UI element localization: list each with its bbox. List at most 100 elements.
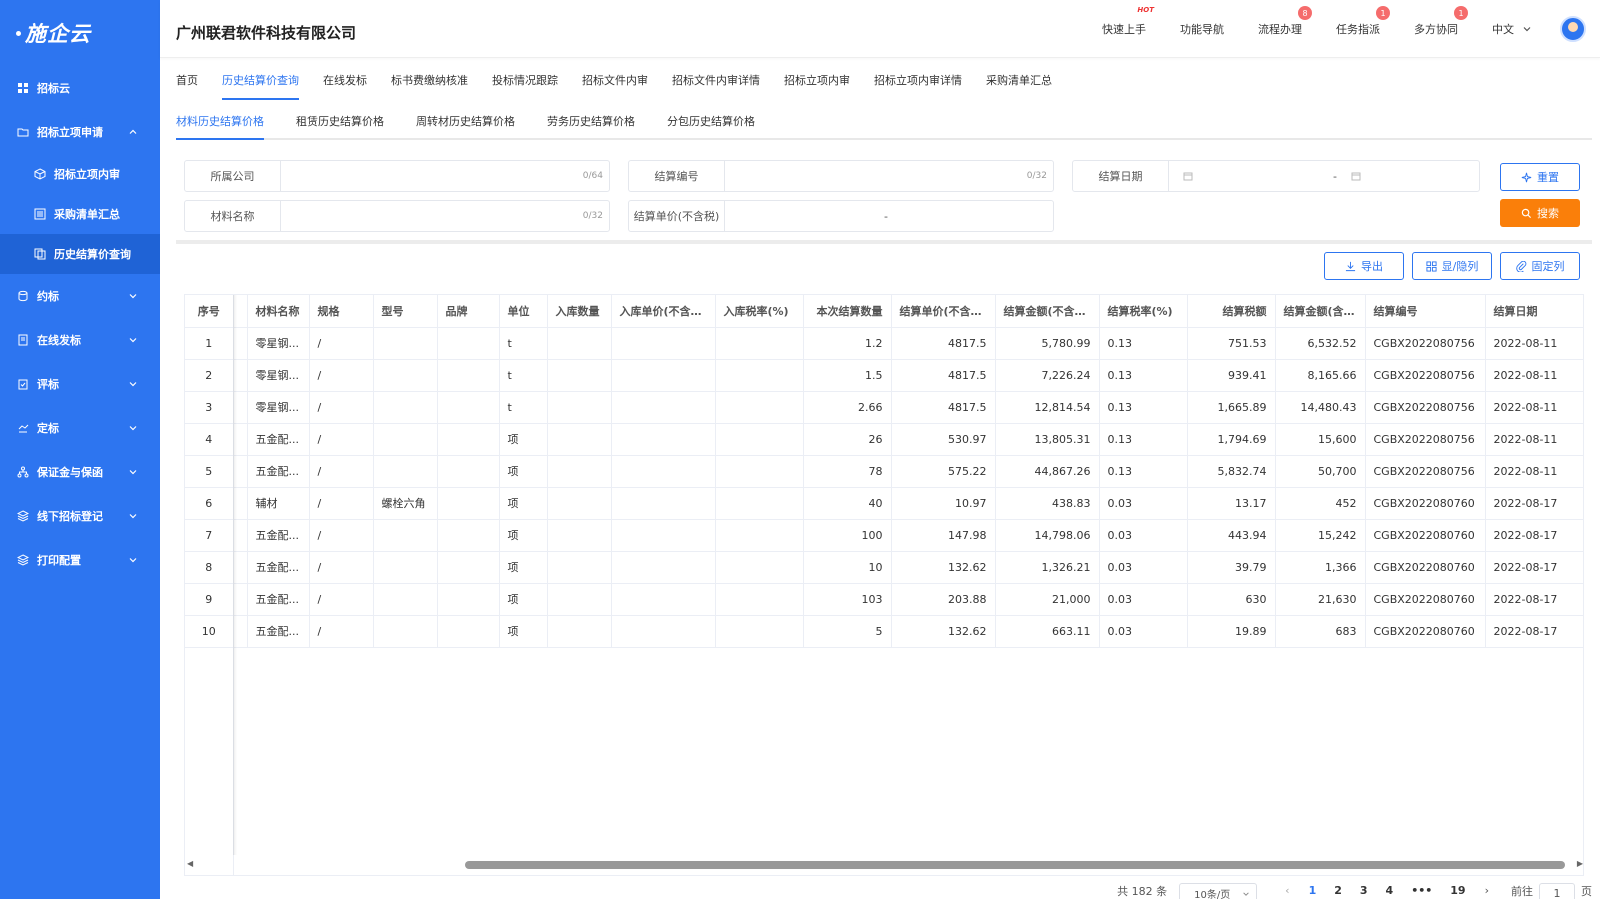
secondary-tab[interactable]: 租赁历史结算价格 bbox=[296, 112, 384, 140]
header-link[interactable]: 任务指派 1 bbox=[1336, 6, 1390, 37]
list-icon bbox=[34, 208, 46, 220]
reset-button[interactable]: 重置 bbox=[1500, 163, 1580, 191]
search-button[interactable]: 搜索 bbox=[1500, 199, 1580, 227]
header-link[interactable]: 快速上手 HOT bbox=[1102, 6, 1154, 37]
scroll-left-icon[interactable]: ◀ bbox=[187, 859, 193, 868]
sidebar-item[interactable]: 约标 bbox=[0, 274, 160, 318]
avatar[interactable] bbox=[1560, 16, 1586, 42]
table-row[interactable]: 9 五金配... / 项 103 203.88 21,000 0.03 630 21,630 CGB… bbox=[185, 583, 1583, 616]
secondary-tab[interactable]: 材料历史结算价格 bbox=[176, 112, 264, 140]
sidebar-item[interactable]: 定标 bbox=[0, 406, 160, 450]
table-row[interactable]: 5 五金配... / 项 78 575.22 44,867.26 0.13 5,832.74 50… bbox=[185, 455, 1583, 488]
table-row[interactable]: 3 零星钢... / t 2.66 4817.5 12,814.54 0.13 1,665.89… bbox=[185, 391, 1583, 424]
sidebar-item[interactable]: 保证金与保函 bbox=[0, 450, 160, 494]
table-row[interactable]: 2 零星钢... / t 1.5 4817.5 7,226.24 0.13 939.41 8,16… bbox=[185, 359, 1583, 392]
logo[interactable]: 施企云 bbox=[0, 0, 160, 66]
table-cell bbox=[715, 487, 804, 520]
table-cell: 1,665.89 bbox=[1187, 391, 1276, 424]
table-cell: 0.13 bbox=[1099, 327, 1188, 360]
page-number[interactable]: 2 bbox=[1334, 884, 1342, 897]
primary-tab[interactable]: 采购清单汇总 bbox=[986, 70, 1052, 100]
table-row[interactable]: 1 零星钢... / t 1.2 4817.5 5,780.99 0.13 751.53 6,53… bbox=[185, 327, 1583, 360]
settle-date-range[interactable]: - bbox=[1169, 161, 1479, 191]
empty-cell bbox=[373, 647, 437, 875]
chevron-down-icon bbox=[1243, 891, 1249, 896]
column-header: 本次结算数量 bbox=[803, 295, 892, 328]
next-page-icon[interactable]: › bbox=[1485, 884, 1489, 897]
page-number[interactable]: 4 bbox=[1386, 884, 1394, 897]
prev-page-icon[interactable]: ‹ bbox=[1285, 884, 1289, 897]
table-cell bbox=[611, 583, 716, 616]
scroll-thumb[interactable] bbox=[465, 861, 1565, 869]
table-cell bbox=[547, 359, 612, 392]
secondary-tab[interactable]: 周转材历史结算价格 bbox=[416, 112, 515, 140]
table-cell: CGBX2022080756 bbox=[1365, 455, 1486, 488]
primary-tab[interactable]: 招标立项内审详情 bbox=[874, 70, 962, 100]
table-row[interactable]: 10 五金配... / 项 5 132.62 663.11 0.03 19.89 683 CGBX2… bbox=[185, 615, 1583, 648]
sidebar-item[interactable]: 在线发标 bbox=[0, 318, 160, 362]
table-row[interactable]: 4 五金配... / 项 26 530.97 13,805.31 0.13 1,794.69 15… bbox=[185, 423, 1583, 456]
sidebar-item[interactable]: 招标立项内审 bbox=[0, 154, 160, 194]
page-number[interactable]: ••• bbox=[1411, 884, 1432, 897]
company-filter: 所属公司 0/64 bbox=[184, 160, 610, 192]
fix-columns-button[interactable]: 固定列 bbox=[1500, 252, 1580, 280]
primary-tab[interactable]: 投标情况跟踪 bbox=[492, 70, 558, 100]
export-button[interactable]: 导出 bbox=[1324, 252, 1404, 280]
table-cell: 8,165.66 bbox=[1275, 359, 1366, 392]
sidebar-item[interactable]: 招标云 bbox=[0, 66, 160, 110]
page-number[interactable]: 19 bbox=[1450, 884, 1465, 897]
table-row[interactable]: 6 辅材 / 螺栓六角 项 40 10.97 438.83 0.03 13.17 452 CGBX20… bbox=[185, 487, 1583, 520]
sidebar-item[interactable]: 线下招标登记 bbox=[0, 494, 160, 538]
page-number[interactable]: 3 bbox=[1360, 884, 1368, 897]
empty-cell bbox=[1275, 647, 1365, 875]
primary-tab[interactable]: 首页 bbox=[176, 70, 198, 100]
language-select[interactable]: 中文 bbox=[1492, 21, 1532, 37]
settle-date-label: 结算日期 bbox=[1073, 161, 1169, 191]
table-cell: 零星钢... bbox=[247, 327, 310, 360]
material-input[interactable]: 0/32 bbox=[281, 201, 609, 231]
header-link-label: 多方协同 bbox=[1414, 23, 1458, 36]
table-row[interactable]: 7 五金配... / 项 100 147.98 14,798.06 0.03 443.94 15,… bbox=[185, 519, 1583, 552]
notification-badge: 8 bbox=[1298, 6, 1312, 20]
logo-dot bbox=[16, 30, 21, 36]
empty-cell bbox=[1099, 647, 1187, 875]
table-cell bbox=[715, 455, 804, 488]
primary-tab[interactable]: 在线发标 bbox=[323, 70, 367, 100]
primary-tab[interactable]: 招标立项内审 bbox=[784, 70, 850, 100]
primary-tab[interactable]: 招标文件内审 bbox=[582, 70, 648, 100]
unit-price-range[interactable]: - bbox=[725, 201, 1053, 231]
header-link[interactable]: 多方协同 1 bbox=[1414, 6, 1468, 37]
secondary-tab[interactable]: 分包历史结算价格 bbox=[667, 112, 755, 140]
sidebar-item[interactable]: 评标 bbox=[0, 362, 160, 406]
horizontal-scrollbar[interactable]: ◀ ▶ bbox=[185, 859, 1583, 869]
sidebar-item[interactable]: 招标立项申请 bbox=[0, 110, 160, 154]
column-header: 型号 bbox=[373, 295, 438, 328]
paperclip-icon bbox=[1515, 260, 1526, 272]
goto-page-input[interactable]: 1 bbox=[1539, 882, 1575, 899]
scroll-right-icon[interactable]: ▶ bbox=[1577, 859, 1583, 868]
sidebar-item[interactable]: 历史结算价查询 bbox=[0, 234, 160, 274]
table-cell bbox=[611, 423, 716, 456]
primary-tab[interactable]: 历史结算价查询 bbox=[222, 70, 299, 100]
header-link-label: 快速上手 bbox=[1102, 23, 1146, 36]
table-cell bbox=[437, 455, 500, 488]
hand-icon bbox=[17, 422, 29, 434]
header-link[interactable]: 流程办理 8 bbox=[1258, 6, 1312, 37]
table-cell: CGBX2022080760 bbox=[1365, 583, 1486, 616]
page-number[interactable]: 1 bbox=[1309, 884, 1317, 897]
settle-date-filter: 结算日期 - bbox=[1072, 160, 1480, 192]
column-header: 规格 bbox=[309, 295, 374, 328]
header-link[interactable]: 功能导航 bbox=[1180, 21, 1224, 37]
page-size-select[interactable]: 10条/页 bbox=[1179, 882, 1258, 899]
primary-tab[interactable]: 标书费缴纳核准 bbox=[391, 70, 468, 100]
sidebar-item[interactable]: 打印配置 bbox=[0, 538, 160, 582]
company-input[interactable]: 0/64 bbox=[281, 161, 609, 191]
secondary-tab[interactable]: 劳务历史结算价格 bbox=[547, 112, 635, 140]
primary-tab[interactable]: 招标文件内审详情 bbox=[672, 70, 760, 100]
table-row[interactable]: 8 五金配... / 项 10 132.62 1,326.21 0.03 39.79 1,366 C… bbox=[185, 551, 1583, 584]
table-cell: 630 bbox=[1187, 583, 1276, 616]
table-cell bbox=[437, 519, 500, 552]
sidebar-item[interactable]: 采购清单汇总 bbox=[0, 194, 160, 234]
toggle-columns-button[interactable]: 显/隐列 bbox=[1412, 252, 1492, 280]
settle-no-input[interactable]: 0/32 bbox=[725, 161, 1053, 191]
